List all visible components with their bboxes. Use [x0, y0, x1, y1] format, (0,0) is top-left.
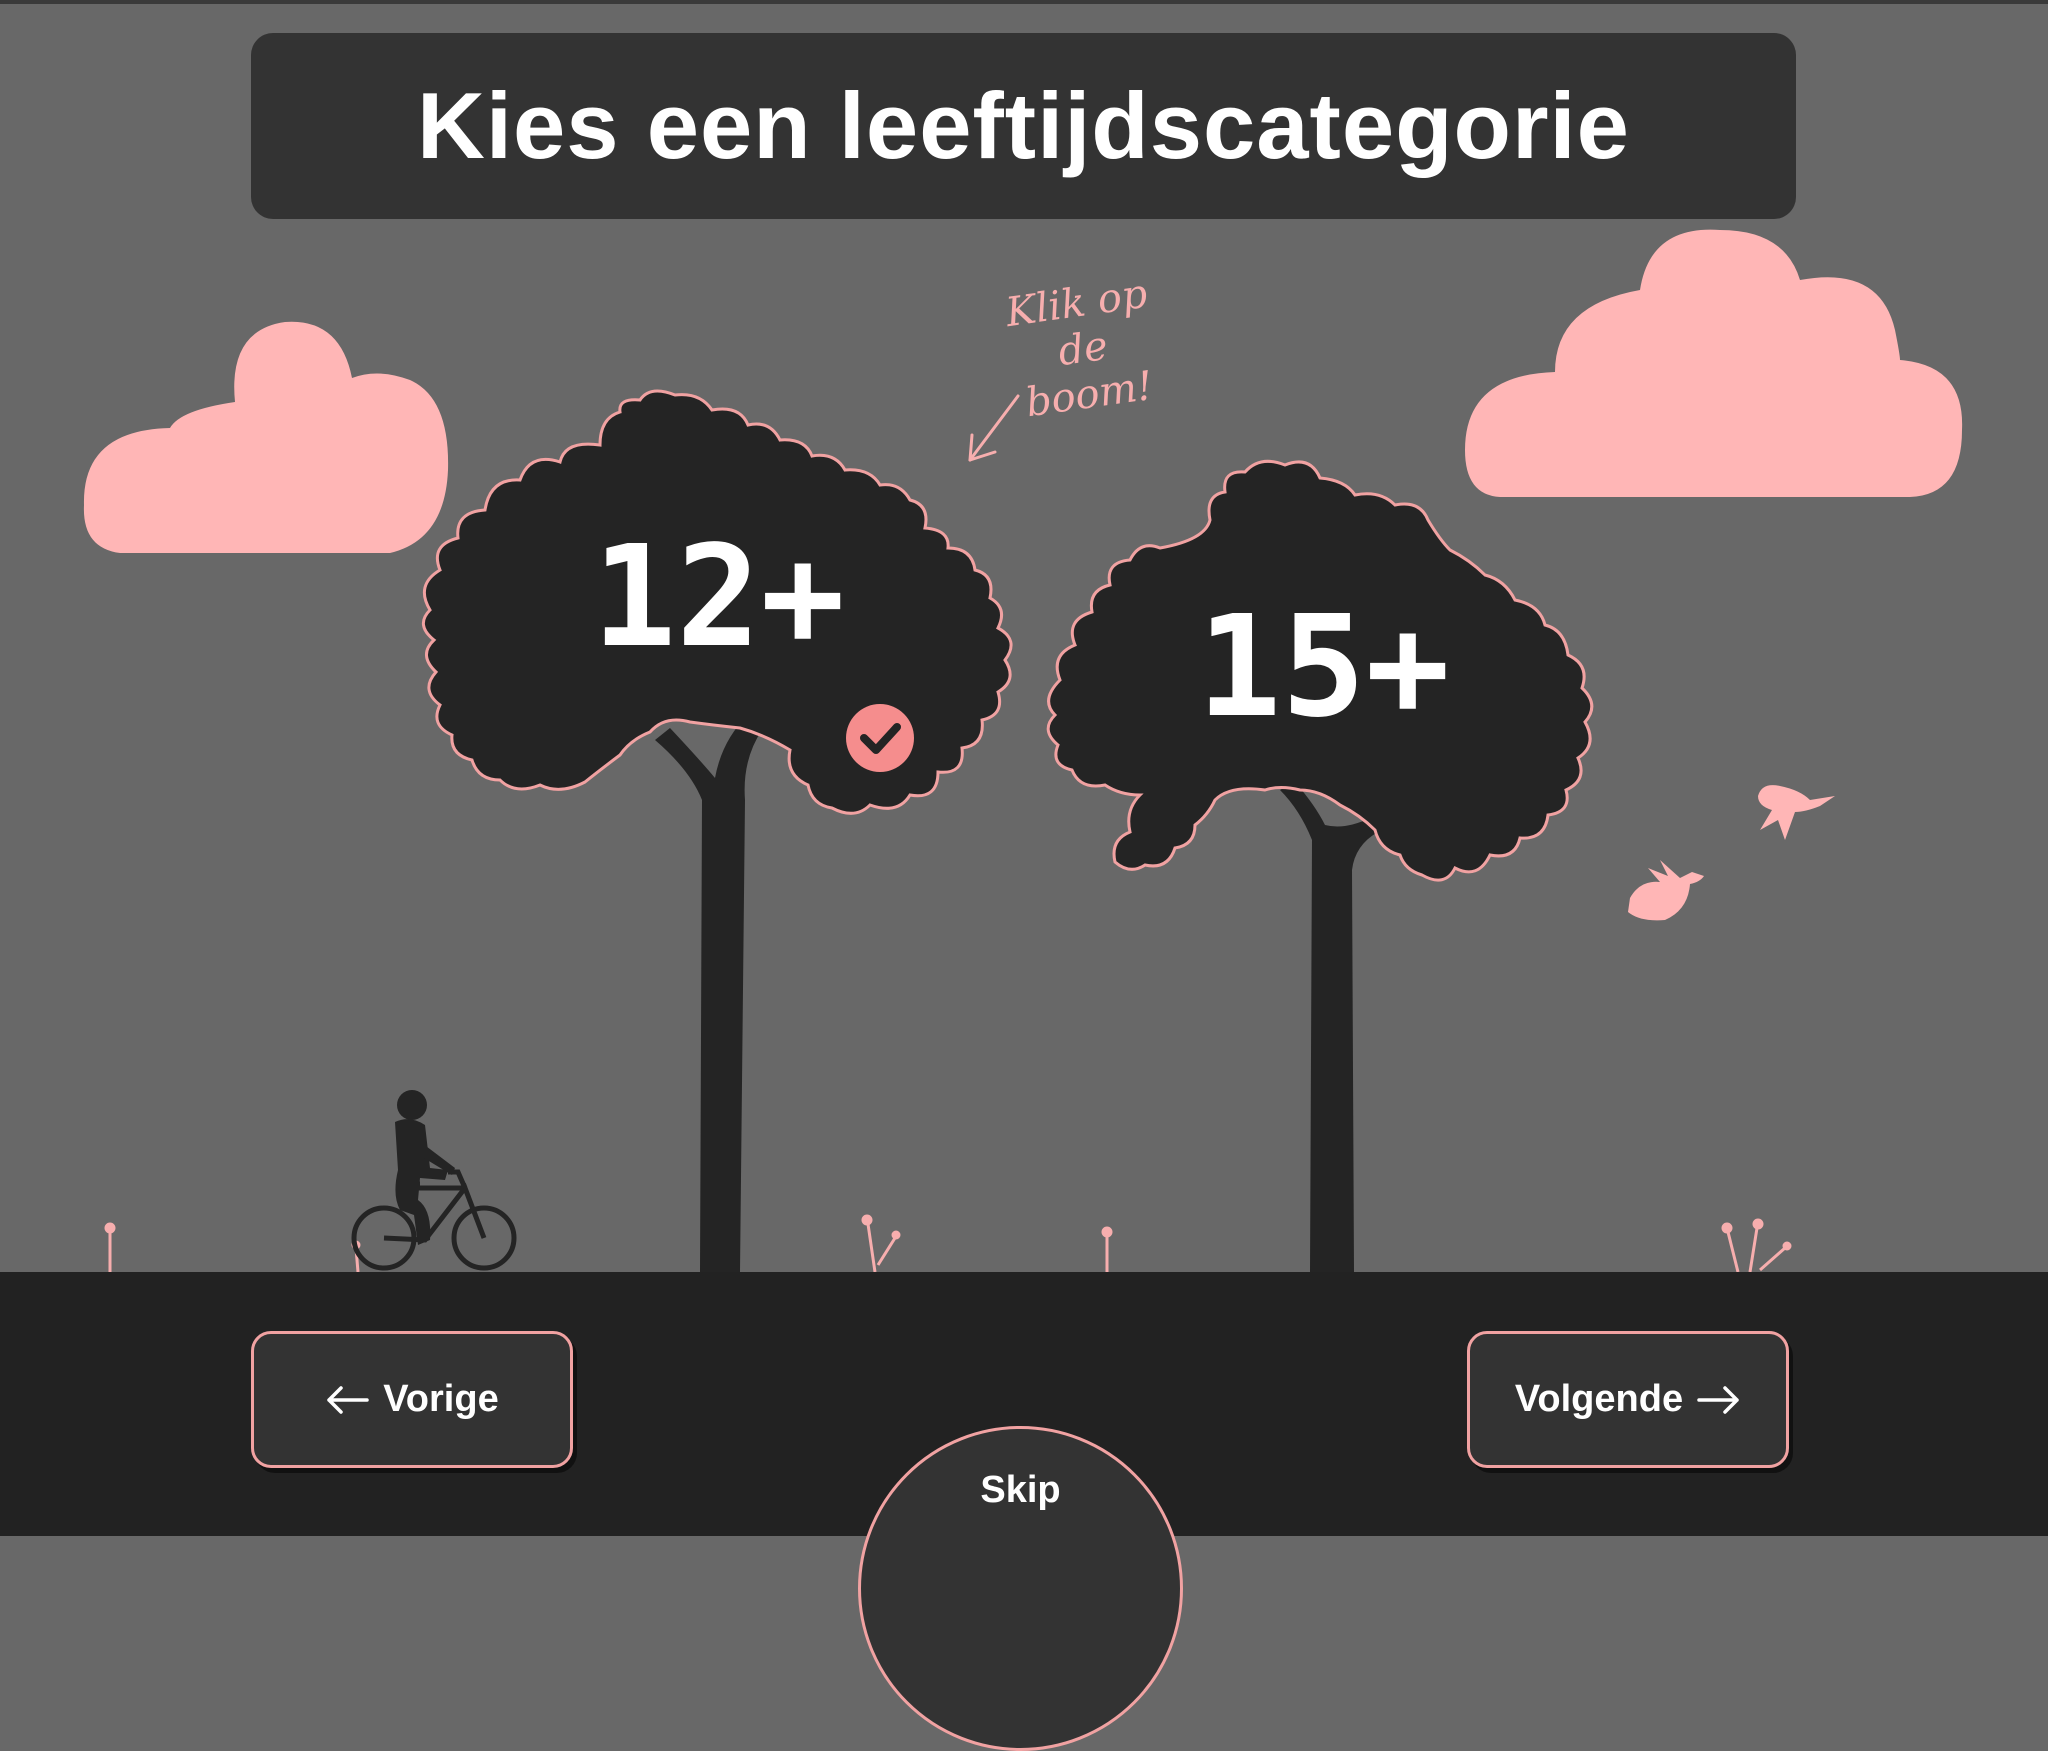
tree-12-trunk	[655, 715, 762, 1272]
previous-label: Vorige	[383, 1378, 499, 1420]
cyclist-icon	[351, 1169, 517, 1271]
hint-text: Klik op de boom!	[984, 268, 1181, 430]
cloud-left	[83, 321, 449, 553]
bird-lower-icon	[1628, 860, 1704, 921]
skip-button[interactable]: Skip	[858, 1426, 1183, 1751]
skip-label: Skip	[980, 1469, 1061, 1511]
tree-15-trunk	[1280, 782, 1378, 1272]
next-label: Volgende	[1514, 1378, 1684, 1420]
page-title-bar: Kies een leeftijdscategorie	[251, 33, 1796, 219]
arrow-left-icon	[325, 1385, 370, 1415]
cloud-right	[1465, 229, 1963, 497]
cyclist-rider	[395, 1090, 455, 1245]
previous-button[interactable]: Vorige	[251, 1331, 573, 1468]
age-option-12[interactable]: 12+	[592, 528, 845, 668]
selected-check-icon	[846, 704, 914, 772]
next-button[interactable]: Volgende	[1467, 1331, 1789, 1468]
bird-upper-icon	[1758, 785, 1835, 840]
page-title: Kies een leeftijdscategorie	[417, 73, 1630, 178]
age-option-15[interactable]: 15+	[1197, 598, 1450, 738]
arrow-right-icon	[1697, 1385, 1741, 1415]
